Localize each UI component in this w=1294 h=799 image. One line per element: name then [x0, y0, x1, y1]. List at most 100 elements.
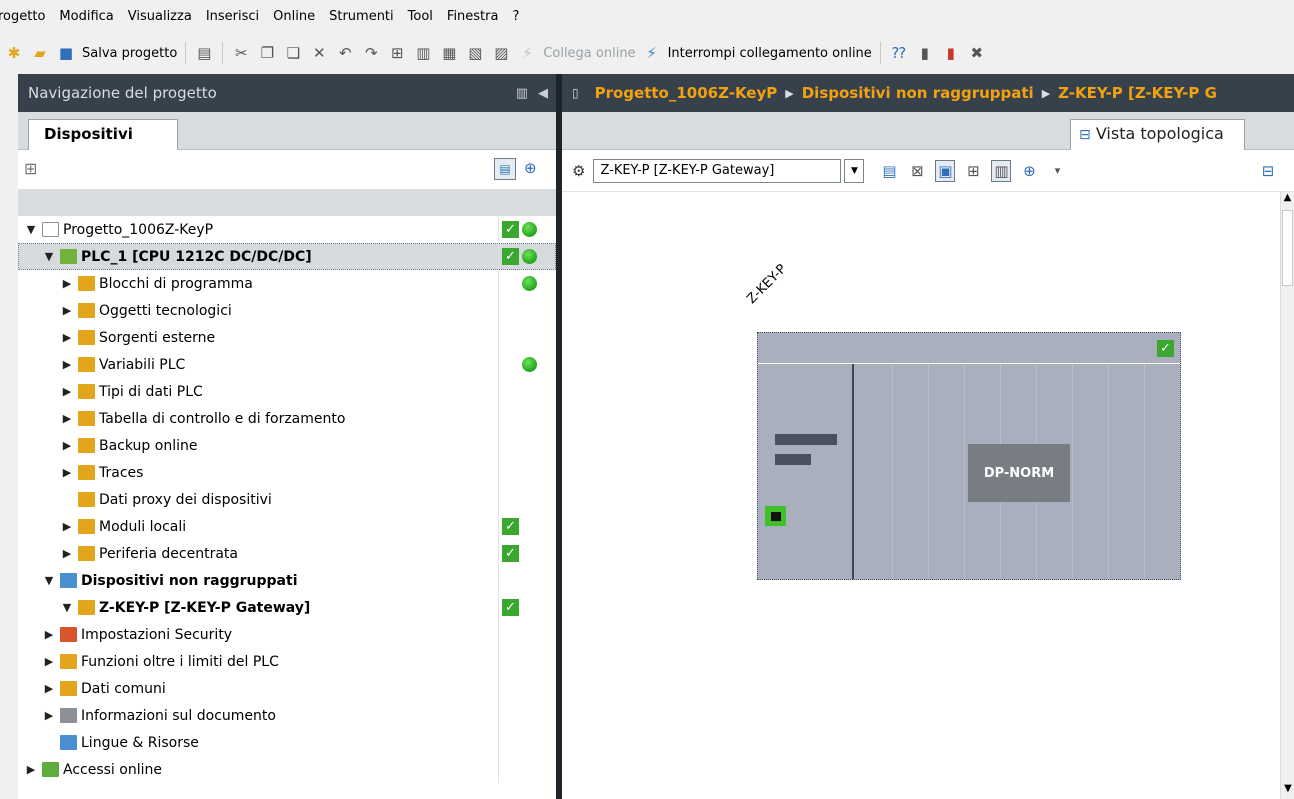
tree-item[interactable]: Dati proxy dei dispositivi: [18, 486, 556, 513]
tree-item[interactable]: ▶ Tabella di controllo e di forzamento: [18, 405, 556, 432]
expand-arrow-icon[interactable]: ▶: [60, 331, 74, 344]
scroll-thumb[interactable]: [1282, 210, 1293, 286]
zoom-dropdown-icon[interactable]: ▾: [1047, 160, 1067, 182]
expand-arrow-icon[interactable]: ▶: [60, 304, 74, 317]
download-icon[interactable]: ▦: [439, 42, 459, 64]
redo-icon[interactable]: ↷: [361, 42, 381, 64]
disconnect-online-button[interactable]: Interrompi collegamento online: [668, 46, 872, 61]
details-view-icon[interactable]: ⊞: [24, 159, 37, 178]
add-device-icon[interactable]: ⊕: [524, 159, 537, 177]
expand-arrow-icon[interactable]: ▶: [42, 628, 56, 641]
compile-icon[interactable]: ▥: [413, 42, 433, 64]
zoom-icon[interactable]: ⊕: [1019, 160, 1039, 182]
expand-arrow-icon[interactable]: ▶: [42, 709, 56, 722]
tree-item[interactable]: ▶ Periferia decentrata ✓: [18, 540, 556, 567]
tree-item[interactable]: ▶ Moduli locali ✓: [18, 513, 556, 540]
menu-item--[interactable]: ?: [512, 9, 519, 24]
menu-item-rogetto[interactable]: rogetto: [0, 9, 45, 24]
chevron-down-icon[interactable]: ▼: [844, 158, 865, 183]
new-project-icon[interactable]: ✱: [4, 42, 24, 64]
menu-item-strumenti[interactable]: Strumenti: [329, 9, 394, 24]
menu-item-tool[interactable]: Tool: [408, 9, 433, 24]
dp-norm-module[interactable]: DP-NORM: [968, 444, 1070, 502]
print-icon[interactable]: ▤: [194, 42, 214, 64]
tree-item[interactable]: ▶ Accessi online: [18, 756, 556, 783]
head-module[interactable]: [758, 364, 854, 579]
split-editor-icon[interactable]: ⊞: [387, 42, 407, 64]
cut-icon[interactable]: ✂: [231, 42, 251, 64]
tree-item[interactable]: ▼ Z-KEY-P [Z-KEY-P Gateway] ✓: [18, 594, 556, 621]
collapse-arrow-icon[interactable]: ▼: [24, 223, 38, 236]
list-view-icon[interactable]: ▤: [494, 158, 516, 180]
tab-topology-view[interactable]: ⊟ Vista topologica: [1070, 119, 1245, 150]
show-names-icon[interactable]: ⊠: [907, 160, 927, 182]
device-view-canvas[interactable]: Z-KEY-P ✓ DP-NORM: [562, 192, 1280, 799]
tree-item[interactable]: ▼ Dispositivi non raggruppati: [18, 567, 556, 594]
expand-arrow-icon[interactable]: ▶: [60, 412, 74, 425]
device-data-icon[interactable]: ▤: [879, 160, 899, 182]
tree-item[interactable]: ▶ Backup online: [18, 432, 556, 459]
expand-arrow-icon[interactable]: ▶: [60, 358, 74, 371]
stop-cpu-icon[interactable]: ▮: [941, 42, 961, 64]
save-button[interactable]: Salva progetto: [82, 46, 177, 61]
disconnect-online-icon[interactable]: ⚡: [642, 42, 662, 64]
paste-icon[interactable]: ❏: [283, 42, 303, 64]
tab-devices[interactable]: Dispositivi: [28, 119, 178, 151]
scroll-up-icon[interactable]: ▲: [1281, 192, 1294, 208]
tree-item[interactable]: ▶ Tipi di dati PLC: [18, 378, 556, 405]
delete-icon[interactable]: ✕: [309, 42, 329, 64]
tree-item[interactable]: Lingue & Risorse: [18, 729, 556, 756]
collapse-left-icon[interactable]: ◀: [538, 86, 548, 101]
menu-item-modifica[interactable]: Modifica: [59, 9, 113, 24]
collapse-arrow-icon[interactable]: ▼: [42, 574, 56, 587]
connect-online-icon[interactable]: ⚡: [517, 42, 537, 64]
expand-arrow-icon[interactable]: ▶: [60, 547, 74, 560]
start-cpu-icon[interactable]: ▮: [915, 42, 935, 64]
menu-item-online[interactable]: Online: [273, 9, 315, 24]
expand-arrow-icon[interactable]: ▶: [60, 466, 74, 479]
tree-item[interactable]: ▼ PLC_1 [CPU 1212C DC/DC/DC] ✓: [18, 243, 556, 270]
tree-item[interactable]: ▶ Funzioni oltre i limiti del PLC: [18, 648, 556, 675]
tree-item[interactable]: ▶ Sorgenti esterne: [18, 324, 556, 351]
open-project-icon[interactable]: ▰: [30, 42, 50, 64]
tree-item[interactable]: ▶ Oggetti tecnologici: [18, 297, 556, 324]
overview-icon[interactable]: ⊟: [1258, 160, 1278, 182]
menu-item-inserisci[interactable]: Inserisci: [206, 9, 259, 24]
canvas-vertical-scrollbar[interactable]: ▲ ▼: [1280, 192, 1294, 799]
profibus-port-icon[interactable]: [765, 506, 786, 526]
upload-icon[interactable]: ▧: [465, 42, 485, 64]
connect-online-button[interactable]: Collega online: [543, 46, 635, 61]
expand-arrow-icon[interactable]: ▶: [60, 439, 74, 452]
tree-item[interactable]: ▶ Variabili PLC: [18, 351, 556, 378]
breadcrumb-device[interactable]: Z-KEY-P [Z-KEY-P G: [1058, 84, 1217, 102]
device-select[interactable]: Z-KEY-P [Z-KEY-P Gateway] ▼: [593, 158, 865, 183]
breadcrumb-project[interactable]: Progetto_1006Z-KeyP: [595, 84, 778, 102]
copy-icon[interactable]: ❐: [257, 42, 277, 64]
expand-arrow-icon[interactable]: ▶: [42, 682, 56, 695]
tree-item[interactable]: ▼ Progetto_1006Z-KeyP ✓: [18, 216, 556, 243]
simulation-icon[interactable]: ▨: [491, 42, 511, 64]
network-icon[interactable]: ⚙: [572, 162, 585, 180]
device-rack[interactable]: ✓ DP-NORM: [757, 332, 1181, 580]
expand-arrow-icon[interactable]: ▶: [60, 385, 74, 398]
page-break-icon[interactable]: ▥: [991, 159, 1012, 182]
grid-icon[interactable]: ⊞: [963, 160, 983, 182]
tree-item[interactable]: ▶ Informazioni sul documento: [18, 702, 556, 729]
breadcrumb-ungrouped-devices[interactable]: Dispositivi non raggruppati: [802, 84, 1034, 102]
expand-arrow-icon[interactable]: ▶: [60, 520, 74, 533]
module-view-icon[interactable]: ▣: [935, 159, 956, 182]
accessible-devices-icon[interactable]: ⁇: [889, 42, 909, 64]
collapse-arrow-icon[interactable]: ▼: [42, 250, 56, 263]
tree-item[interactable]: ▶ Blocchi di programma: [18, 270, 556, 297]
tree-item[interactable]: ▶ Dati comuni: [18, 675, 556, 702]
tree-item[interactable]: ▶ Impostazioni Security: [18, 621, 556, 648]
expand-arrow-icon[interactable]: ▶: [42, 655, 56, 668]
menu-item-finestra[interactable]: Finestra: [447, 9, 499, 24]
tree-item[interactable]: ▶ Traces: [18, 459, 556, 486]
scroll-down-icon[interactable]: ▼: [1281, 783, 1294, 799]
save-icon[interactable]: ■: [56, 42, 76, 64]
undo-icon[interactable]: ↶: [335, 42, 355, 64]
expand-arrow-icon[interactable]: ▶: [60, 277, 74, 290]
collapse-arrow-icon[interactable]: ▼: [60, 601, 74, 614]
cross-reference-icon[interactable]: ✖: [967, 42, 987, 64]
